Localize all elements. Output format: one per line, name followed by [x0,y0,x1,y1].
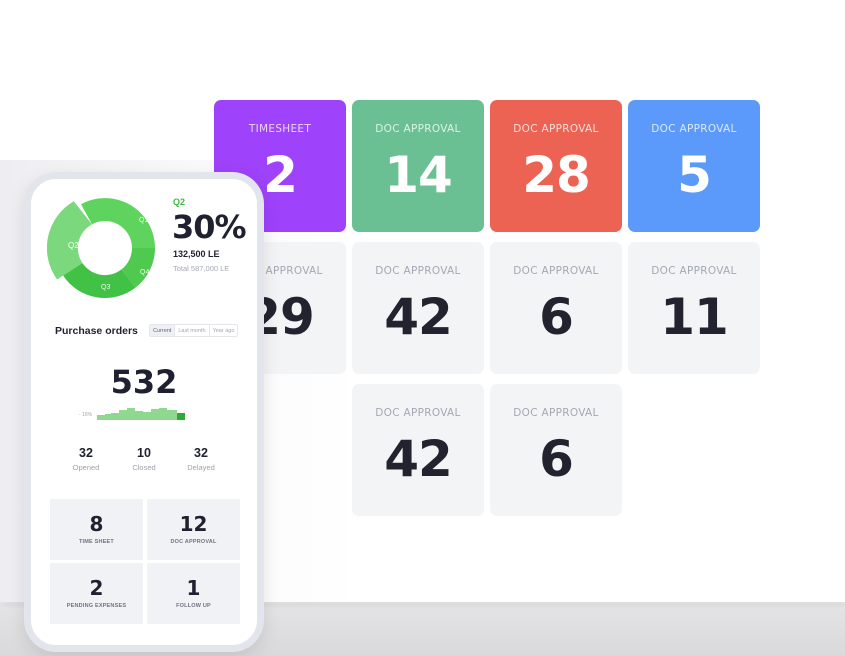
tile-doc-approval[interactable]: DOC APPROVAL 28 [490,100,622,232]
mini-tile-value: 1 [186,576,201,600]
purchase-orders-count: 532 [110,363,178,401]
donut-label-q4: Q4 [140,269,149,276]
tab-current[interactable]: Current [150,325,176,336]
tile-doc-approval[interactable]: DOC APPROVAL 11 [628,242,760,374]
mini-tile-doc-approval[interactable]: 12 DOC APPROVAL [147,499,240,560]
tile-value: 11 [660,288,729,346]
tile-value: 14 [384,146,453,204]
mini-tile-time-sheet[interactable]: 8 TIME SHEET [50,499,143,560]
tab-year-ago[interactable]: Year ago [210,325,238,336]
purchase-orders-sparkline [97,408,185,420]
tile-label: DOC APPROVAL [375,407,461,419]
purchase-orders-title: Purchase orders [55,325,138,337]
mini-tile-follow-up[interactable]: 1 FOLLOW UP [147,563,240,624]
quarter-amount: 132,500 LE [173,249,220,259]
stat-value: 32 [79,446,93,460]
tile-value: 42 [384,288,453,346]
tile-label: TIMESHEET [248,123,312,135]
stat-label: Opened [72,463,100,472]
mini-tile-label: FOLLOW UP [176,603,211,609]
stat-opened: 32 Opened [61,446,111,472]
donut-label-q2: Q2 [68,241,79,250]
tile-value: 6 [539,288,574,346]
tile-doc-approval[interactable]: DOC APPROVAL 14 [352,100,484,232]
quarter-total: Total 587,000 LE [173,264,230,273]
donut-label-q1: Q1 [139,217,148,224]
phone-screen: Q1 Q2 Q3 Q4 Q2 30% 132,500 LE Total 587,… [31,179,257,645]
phone-frame: Q1 Q2 Q3 Q4 Q2 30% 132,500 LE Total 587,… [24,172,264,652]
tile-label: DOC APPROVAL [513,123,599,135]
stat-value: 10 [137,446,151,460]
period-selector: Current Last month Year ago [149,324,239,337]
mini-tile-label: DOC APPROVAL [170,539,217,545]
tile-label: DOC APPROVAL [375,265,461,277]
mini-tile-pending-expenses[interactable]: 2 PENDING EXPENSES [50,563,143,624]
mini-tile-label: TIME SHEET [78,539,114,545]
tile-label: DOC APPROVAL [651,265,737,277]
quarter-percent: 30% [172,208,247,246]
tile-value: 28 [522,146,591,204]
donut-label-q3: Q3 [101,284,110,291]
tile-doc-approval[interactable]: DOC APPROVAL 42 [352,384,484,516]
selected-quarter: Q2 [173,197,186,207]
tile-label: DOC APPROVAL [375,123,461,135]
tile-value: 6 [539,430,574,488]
tile-doc-approval[interactable]: DOC APPROVAL 6 [490,242,622,374]
trend-percent: - 16% [79,412,93,418]
tile-value: 5 [677,146,712,204]
tile-label: DOC APPROVAL [513,407,599,419]
tile-doc-approval[interactable]: DOC APPROVAL 42 [352,242,484,374]
mini-tile-label: PENDING EXPENSES [66,603,127,609]
stat-label: Delayed [187,463,215,472]
stat-value: 32 [194,446,208,460]
tile-doc-approval[interactable]: DOC APPROVAL 6 [490,384,622,516]
tile-label: DOC APPROVAL [513,265,599,277]
tile-value: 42 [384,430,453,488]
tab-last-month[interactable]: Last month [175,325,210,336]
mini-tile-value: 2 [89,576,104,600]
tile-label: DOC APPROVAL [651,123,737,135]
quarter-donut-chart: Q1 Q2 Q3 Q4 [47,198,155,299]
stat-label: Closed [132,463,156,472]
mini-tile-value: 12 [179,512,208,536]
stat-closed: 10 Closed [119,446,169,472]
mini-tile-value: 8 [89,512,104,536]
stat-delayed: 32 Delayed [176,446,226,472]
tile-doc-approval[interactable]: DOC APPROVAL 5 [628,100,760,232]
